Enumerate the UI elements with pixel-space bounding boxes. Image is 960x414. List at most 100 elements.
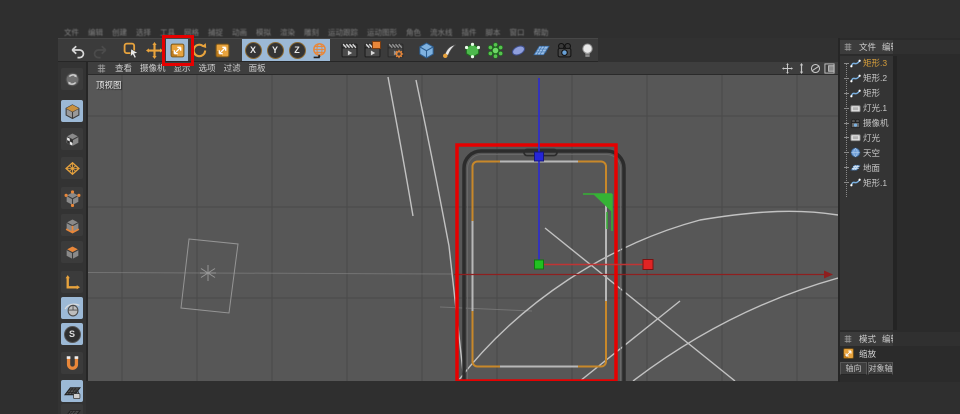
deformer-button[interactable] (507, 39, 529, 61)
coordinate-system-button[interactable] (308, 39, 330, 61)
zoom-view-icon[interactable] (796, 63, 807, 74)
ellipse-icon (510, 42, 527, 59)
object-item[interactable]: 矩形.3 (840, 56, 893, 71)
edges-mode-button[interactable] (61, 214, 83, 236)
om-menu-file[interactable]: 文件 (859, 41, 876, 53)
points-mode-button[interactable] (61, 187, 83, 209)
viewport-canvas[interactable] (88, 75, 838, 381)
menu-item[interactable]: 角色 (406, 27, 421, 38)
menu-item[interactable]: 流水线 (430, 27, 453, 38)
menu-item[interactable]: 渲染 (280, 27, 295, 38)
workplane-mode-button[interactable] (61, 157, 83, 179)
viewport-menu-grid-icon[interactable] (96, 63, 107, 74)
panel-menu-grid-icon[interactable] (843, 334, 853, 344)
menu-item[interactable]: 窗口 (510, 27, 525, 38)
menu-item[interactable]: 捕捉 (208, 27, 223, 38)
menu-item[interactable]: 编辑 (88, 27, 103, 38)
menu-item[interactable]: 创建 (112, 27, 127, 38)
am-menu-edit[interactable]: 编辑 (882, 333, 893, 345)
am-menu-mode[interactable]: 模式 (859, 333, 876, 345)
light-star-icon (200, 265, 216, 281)
viewport-menu-options[interactable]: 选项 (199, 62, 216, 74)
menu-item[interactable]: 模拟 (256, 27, 271, 38)
spline-object-icon (850, 73, 861, 84)
gear-icon (393, 48, 405, 60)
gizmo-center-handle[interactable] (534, 259, 544, 270)
camera-button[interactable] (553, 39, 575, 61)
spline-pen-button[interactable] (438, 39, 460, 61)
polygons-mode-button[interactable] (61, 241, 83, 263)
area-light-object[interactable] (180, 238, 239, 314)
lock-y-axis-button[interactable]: Y (264, 39, 286, 61)
add-primitive-button[interactable] (415, 39, 437, 61)
rotate-view-icon[interactable] (810, 63, 821, 74)
floor-icon (533, 42, 550, 59)
make-editable-icon (64, 71, 81, 88)
menu-item[interactable]: 工具 (160, 27, 175, 38)
model-mode-button[interactable] (61, 100, 83, 122)
object-item[interactable]: 矩形.1 (840, 175, 893, 190)
scale-tool-button[interactable] (166, 39, 188, 61)
make-editable-button[interactable] (61, 68, 83, 90)
menu-item[interactable]: 运动跟踪 (328, 27, 358, 38)
viewport-menu-panel[interactable]: 面板 (249, 62, 266, 74)
object-item[interactable]: 摄像机 (840, 116, 893, 131)
environment-floor-button[interactable] (530, 39, 552, 61)
object-label: 摄像机 (863, 118, 889, 128)
viewport-menu-filter[interactable]: 过滤 (224, 62, 241, 74)
object-item[interactable]: 矩形.2 (840, 71, 893, 86)
menu-item[interactable]: 选择 (136, 27, 151, 38)
menu-item[interactable]: 插件 (462, 27, 477, 38)
mograph-button[interactable] (484, 39, 506, 61)
live-selection-button[interactable] (120, 39, 142, 61)
tab-axis[interactable]: 轴向 (840, 362, 867, 375)
object-item[interactable]: 灯光 (840, 130, 893, 145)
undo-button[interactable] (66, 39, 88, 61)
render-to-picture-viewer-button[interactable] (361, 39, 383, 61)
lock-workplane-button[interactable] (61, 380, 83, 402)
object-item[interactable]: 矩形 (840, 86, 893, 101)
om-menu-edit[interactable]: 编辑 (882, 41, 893, 53)
gizmo-z-axis-handle[interactable] (534, 151, 544, 162)
scale-icon (842, 347, 855, 360)
align-workplane-button[interactable] (61, 404, 83, 414)
viewport-menu-cameras[interactable]: 摄像机 (140, 62, 166, 74)
menu-item[interactable]: 雕刻 (304, 27, 319, 38)
enable-snap-button[interactable]: S (61, 323, 83, 345)
enable-axis-button[interactable] (61, 271, 83, 293)
object-item[interactable]: 地面 (840, 160, 893, 175)
gizmo-x-axis-handle[interactable] (642, 259, 654, 270)
viewport-menu-view[interactable]: 查看 (115, 62, 132, 74)
redo-button[interactable] (89, 39, 111, 61)
viewport-menu-display[interactable]: 显示 (174, 62, 191, 74)
object-item[interactable]: 天空 (840, 145, 893, 160)
light-object-icon (850, 132, 861, 143)
viewport-controls (782, 63, 835, 74)
menu-item[interactable]: 脚本 (486, 27, 501, 38)
light-button[interactable] (576, 39, 598, 61)
last-used-tool-button[interactable] (211, 39, 233, 61)
magnet-snap-button[interactable] (61, 352, 83, 374)
menu-item[interactable]: 动画 (232, 27, 247, 38)
toggle-view-icon[interactable] (824, 63, 835, 74)
texture-mode-button[interactable] (61, 128, 83, 150)
pan-view-icon[interactable] (782, 63, 793, 74)
object-list-scrollbar[interactable] (893, 56, 897, 330)
faint-spline-left (88, 272, 453, 275)
subdivision-surface-button[interactable] (461, 39, 483, 61)
viewport-solo-button[interactable] (61, 297, 83, 319)
menu-item[interactable]: 文件 (64, 27, 79, 38)
lock-x-axis-button[interactable]: X (242, 39, 264, 61)
menu-item[interactable]: 帮助 (534, 27, 549, 38)
rotate-tool-button[interactable] (188, 39, 210, 61)
tab-object-axis[interactable]: 对象轴 (868, 362, 893, 375)
move-tool-button[interactable] (143, 39, 165, 61)
panel-menu-grid-icon[interactable] (843, 42, 853, 52)
render-view-button[interactable] (338, 39, 360, 61)
menu-item[interactable]: 运动图形 (367, 27, 397, 38)
lock-z-axis-button[interactable]: Z (286, 39, 308, 61)
sky-object-icon (850, 147, 861, 158)
menu-item[interactable]: 网格 (184, 27, 199, 38)
object-item[interactable]: 灯光.1 (840, 101, 893, 116)
render-settings-button[interactable] (384, 39, 406, 61)
